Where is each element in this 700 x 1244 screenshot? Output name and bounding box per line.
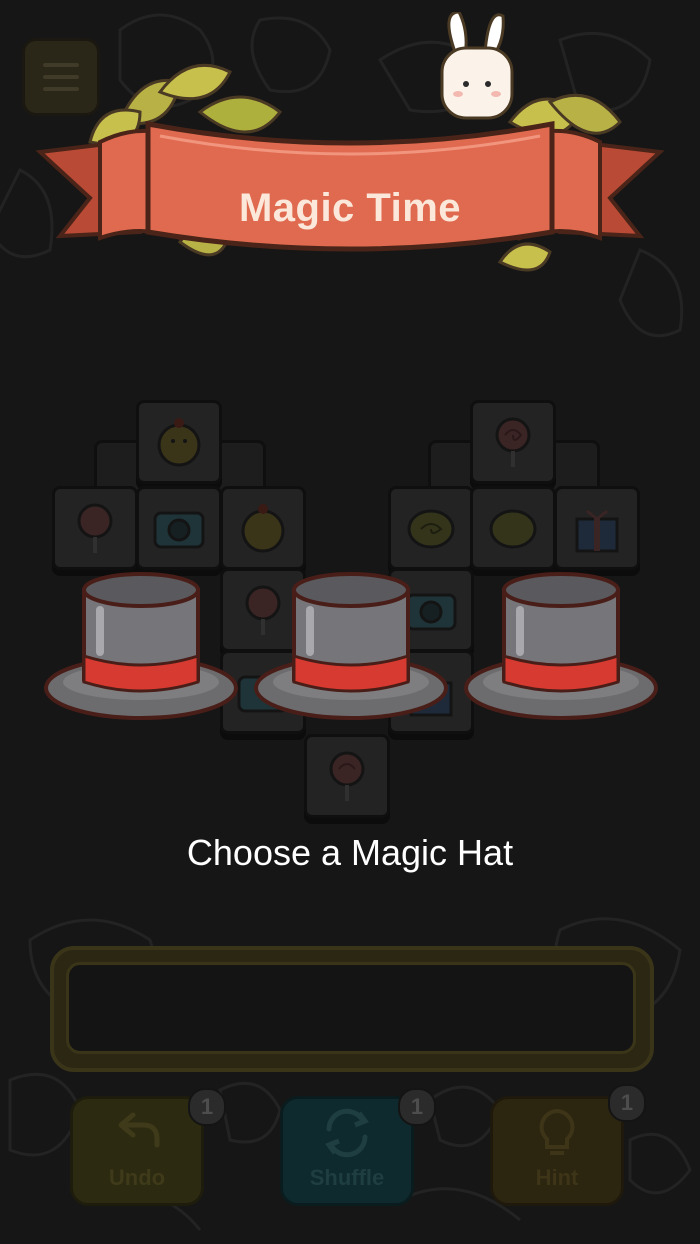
bunny-icon — [440, 12, 514, 120]
tile-swiss-roll — [470, 486, 556, 570]
choose-hat-prompt: Choose a Magic Hat — [186, 832, 514, 873]
hint-count-badge: 1 — [608, 1084, 646, 1122]
shuffle-count-badge: 1 — [398, 1088, 436, 1126]
hint-button[interactable]: Hint — [490, 1096, 624, 1206]
chick-icon — [241, 504, 285, 553]
tile-lollipop — [470, 400, 556, 484]
swiss-roll-icon — [407, 509, 455, 549]
magic-time-banner — [35, 12, 665, 272]
magic-hat-1[interactable] — [44, 570, 238, 730]
undo-arrow-icon — [118, 1112, 160, 1148]
shuffle-button[interactable]: Shuffle — [280, 1096, 414, 1206]
swiss-roll-icon — [489, 509, 537, 549]
lollipop-icon — [495, 417, 531, 467]
undo-label: Undo — [108, 1165, 166, 1190]
magic-hat-2[interactable] — [254, 570, 448, 730]
tile-gift — [554, 486, 640, 570]
undo-count-badge: 1 — [188, 1088, 226, 1126]
tile-chick — [136, 400, 222, 484]
shuffle-icon — [325, 1108, 369, 1158]
undo-button[interactable]: Undo — [70, 1096, 204, 1206]
lightbulb-icon — [539, 1108, 575, 1155]
tile-lollipop — [304, 734, 390, 818]
tile-lollipop — [52, 486, 138, 570]
tile-swiss-roll — [388, 486, 474, 570]
camera-icon — [153, 511, 205, 549]
gift-icon — [575, 509, 619, 553]
tile-camera — [136, 486, 222, 570]
lollipop-icon — [329, 751, 365, 801]
tile-chick — [220, 486, 306, 570]
shuffle-label: Shuffle — [309, 1165, 385, 1190]
lollipop-icon — [77, 503, 113, 553]
tile-tray-slots — [66, 962, 636, 1054]
chick-icon — [157, 418, 201, 467]
hint-label: Hint — [535, 1165, 579, 1190]
magic-hat-3[interactable] — [464, 570, 658, 730]
banner-title: Magic Time — [238, 186, 462, 230]
